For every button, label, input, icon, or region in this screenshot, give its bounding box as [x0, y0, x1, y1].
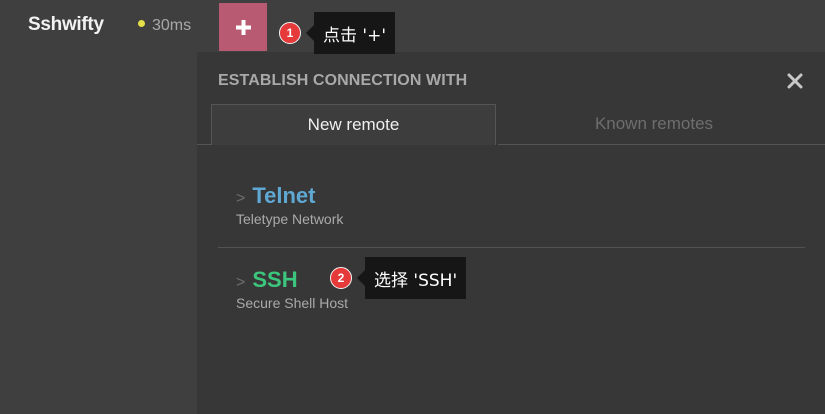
- connection-panel: ESTABLISH CONNECTION WITH New remote Kno…: [197, 52, 825, 414]
- annotation-callout-2: 2 选择 'SSH': [330, 257, 467, 299]
- tab-divider: [498, 144, 825, 145]
- panel-title: ESTABLISH CONNECTION WITH: [218, 72, 468, 89]
- tab-known-remotes[interactable]: Known remotes: [498, 104, 810, 144]
- option-ssh-name: SSH: [252, 267, 298, 292]
- annotation-text: 点击 '+': [306, 12, 395, 54]
- chevron-right-icon: >: [236, 190, 246, 207]
- latency-value: 30ms: [152, 17, 192, 34]
- plus-icon: [235, 19, 251, 35]
- app-title: Sshwifty: [28, 14, 104, 35]
- close-button[interactable]: [784, 70, 806, 92]
- chevron-right-icon: >: [236, 274, 246, 291]
- step-badge: 1: [279, 22, 301, 44]
- option-divider: [218, 247, 805, 248]
- step-badge: 2: [330, 267, 352, 289]
- option-telnet[interactable]: > Telnet Teletype Network: [236, 183, 343, 227]
- annotation-callout-1: 1 点击 '+': [279, 12, 395, 54]
- close-icon: [787, 73, 803, 89]
- status-dot-icon: [138, 20, 145, 28]
- top-bar: Sshwifty 30ms: [0, 0, 825, 52]
- latency-indicator: 30ms: [138, 17, 191, 35]
- option-telnet-name: Telnet: [252, 183, 316, 208]
- option-telnet-description: Teletype Network: [236, 211, 344, 227]
- annotation-text: 选择 'SSH': [356, 257, 467, 299]
- tab-new-remote[interactable]: New remote: [211, 104, 496, 145]
- add-connection-button[interactable]: [219, 3, 267, 51]
- tab-divider: [197, 144, 211, 145]
